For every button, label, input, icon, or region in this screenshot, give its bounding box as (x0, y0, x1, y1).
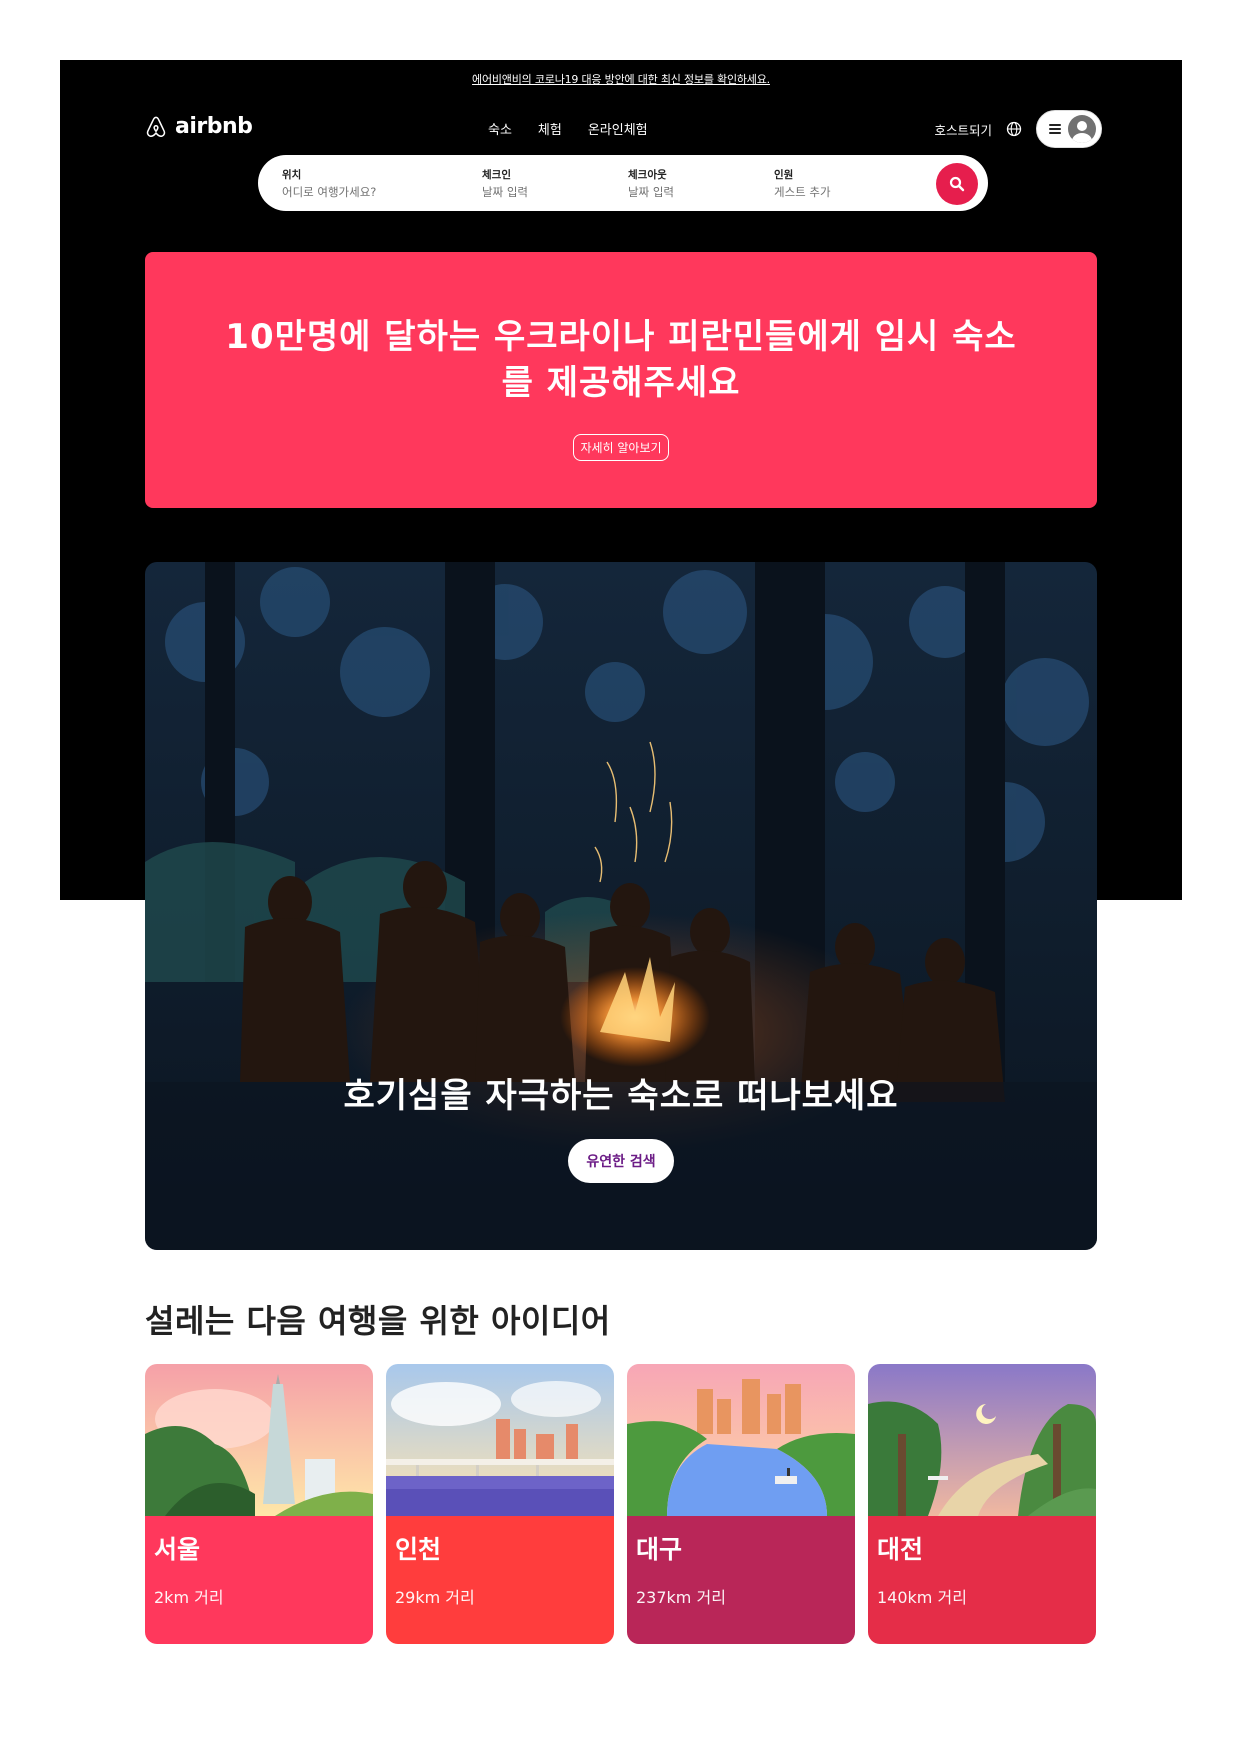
guests-placeholder: 게스트 추가 (774, 184, 831, 199)
destination-cards: 서울 2km 거리 인천 29km 거리 대구 237km 거리 대전 140k… (145, 1364, 1096, 1644)
destination-card-seoul[interactable]: 서울 2km 거리 (145, 1364, 373, 1644)
brand-name: airbnb (175, 114, 253, 139)
user-menu-button[interactable] (1036, 110, 1102, 148)
ukraine-banner-title: 10만명에 달하는 우크라이나 피란민들에게 임시 숙소를 제공해주세요 (225, 317, 1017, 403)
right-nav: 호스트되기 (934, 110, 1102, 148)
location-label: 위치 (282, 168, 302, 181)
card-city: 대전 (877, 1535, 924, 1564)
tab-online-experiences[interactable]: 온라인체험 (588, 119, 648, 138)
hero-section: 호기심을 자극하는 숙소로 떠나보세요 유연한 검색 (145, 562, 1097, 1250)
checkin-label: 체크인 (482, 168, 511, 181)
hero-title: 호기심을 자극하는 숙소로 떠나보세요 (343, 1076, 899, 1116)
hero-content: 호기심을 자극하는 숙소로 떠나보세요 유연한 검색 (145, 1068, 1097, 1183)
airbnb-logo-icon (146, 116, 166, 137)
nav-tabs: 숙소 체험 온라인체험 (488, 119, 648, 138)
destination-card-daegu[interactable]: 대구 237km 거리 (627, 1364, 855, 1644)
search-bar: 위치 어디로 여행가세요? 체크인 날짜 입력 체크아웃 날짜 입력 인원 게스… (258, 155, 988, 211)
card-body: 인천 29km 거리 (386, 1516, 614, 1644)
checkout-label: 체크아웃 (628, 168, 667, 181)
daejeon-illustration (868, 1364, 1096, 1516)
covid-info-link[interactable]: 에어비앤비의 코로나19 대응 방안에 대한 최신 정보를 확인하세요. (472, 73, 770, 86)
card-distance: 237km 거리 (636, 1588, 726, 1607)
card-body: 서울 2km 거리 (145, 1516, 373, 1644)
search-icon (949, 176, 965, 192)
airbnb-logo[interactable]: airbnb (145, 114, 253, 139)
checkin-field[interactable]: 체크인 날짜 입력 (482, 167, 628, 200)
guests-label: 인원 (774, 168, 794, 181)
location-field[interactable]: 위치 어디로 여행가세요? (282, 167, 482, 200)
card-distance: 140km 거리 (877, 1588, 967, 1607)
become-host-link[interactable]: 호스트되기 (934, 120, 992, 139)
ukraine-refugee-banner: 10만명에 달하는 우크라이나 피란민들에게 임시 숙소를 제공해주세요 자세히… (145, 252, 1097, 508)
covid-banner: 에어비앤비의 코로나19 대응 방안에 대한 최신 정보를 확인하세요. (60, 68, 1182, 87)
seoul-illustration (145, 1364, 373, 1516)
card-body: 대전 140km 거리 (868, 1516, 1096, 1644)
checkout-placeholder: 날짜 입력 (628, 184, 674, 199)
flexible-search-button[interactable]: 유연한 검색 (568, 1139, 674, 1183)
ideas-section-title: 설레는 다음 여행을 위한 아이디어 (145, 1302, 611, 1340)
checkout-field[interactable]: 체크아웃 날짜 입력 (628, 167, 774, 200)
avatar-icon (1068, 115, 1096, 143)
tab-stays[interactable]: 숙소 (488, 119, 512, 138)
card-body: 대구 237km 거리 (627, 1516, 855, 1644)
card-distance: 29km 거리 (395, 1588, 475, 1607)
destination-card-incheon[interactable]: 인천 29km 거리 (386, 1364, 614, 1644)
incheon-illustration (386, 1364, 614, 1516)
guests-field[interactable]: 인원 게스트 추가 (774, 167, 920, 200)
globe-icon[interactable] (1006, 121, 1022, 137)
checkin-placeholder: 날짜 입력 (482, 184, 528, 199)
card-city: 대구 (636, 1535, 683, 1564)
destination-card-daejeon[interactable]: 대전 140km 거리 (868, 1364, 1096, 1644)
location-placeholder: 어디로 여행가세요? (282, 184, 377, 199)
tab-experiences[interactable]: 체험 (538, 119, 562, 138)
card-city: 인천 (395, 1535, 442, 1564)
learn-more-button[interactable]: 자세히 알아보기 (573, 434, 669, 461)
search-button[interactable] (936, 163, 978, 205)
card-distance: 2km 거리 (154, 1588, 224, 1607)
hamburger-icon (1049, 124, 1061, 134)
card-city: 서울 (154, 1535, 201, 1564)
daegu-illustration (627, 1364, 855, 1516)
